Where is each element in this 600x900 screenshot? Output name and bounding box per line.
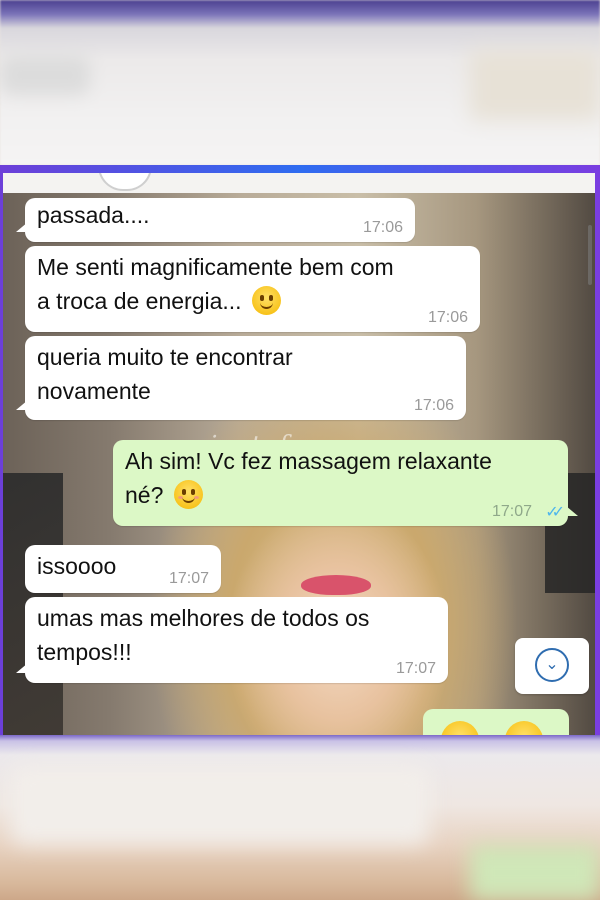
message-text-line: queria muito te encontrar xyxy=(37,344,293,370)
blurred-shape xyxy=(470,845,600,900)
message-bubble-incoming[interactable]: umas mas melhores de todos os tempos!!! … xyxy=(16,597,448,683)
scrollbar[interactable] xyxy=(588,225,592,285)
message-time: 17:06 xyxy=(427,309,468,326)
screenshot-frame: passada.... 17:06 Me senti magnificament… xyxy=(0,165,600,735)
blurred-shape xyxy=(10,765,430,845)
message-text-line: né? xyxy=(125,482,164,508)
smiling-face-with-smiling-eyes-icon xyxy=(173,480,203,509)
message-text: issoooo xyxy=(37,553,117,579)
message-time: 17:06 xyxy=(362,219,403,236)
slightly-smiling-face-icon xyxy=(251,286,281,315)
message-time: 17:06 xyxy=(413,397,454,414)
background-photo-lips xyxy=(301,575,371,595)
message-text-line: Ah sim! Vc fez massagem relaxante xyxy=(125,448,492,474)
message-text-line: Me senti magnificamente bem com xyxy=(37,254,394,280)
message-text-line: novamente xyxy=(37,378,151,404)
message-bubble-incoming[interactable]: issoooo 17:07 xyxy=(25,545,221,593)
chat-top-bar xyxy=(3,173,595,193)
blurred-shape xyxy=(0,55,90,95)
message-time: 17:07 xyxy=(395,660,436,677)
message-text-line: umas mas melhores de todos os xyxy=(37,605,370,631)
message-text-line: a troca de energia... xyxy=(37,288,242,314)
date-pill xyxy=(98,173,152,191)
message-bubble-incoming[interactable]: queria muito te encontrar novamente 17:0… xyxy=(16,336,466,420)
message-bubble-incoming[interactable]: passada.... 17:06 xyxy=(16,198,415,242)
blurred-shape xyxy=(470,50,600,120)
message-bubble-outgoing[interactable]: Ah sim! Vc fez massagem relaxante né? 17… xyxy=(113,440,578,526)
blurred-bottom-background xyxy=(0,735,600,900)
emoji-icon xyxy=(441,721,479,735)
message-time: 17:07 xyxy=(491,503,532,520)
blurred-top-background xyxy=(0,0,600,165)
message-bubble-incoming[interactable]: Me senti magnificamente bem com a troca … xyxy=(25,246,480,332)
message-bubble-outgoing-partial[interactable] xyxy=(423,709,569,735)
scroll-to-bottom-button[interactable]: ⌄ xyxy=(515,638,589,694)
read-receipt-icon: ✓✓ xyxy=(545,504,565,521)
message-text: passada.... xyxy=(37,202,150,228)
message-text-line: tempos!!! xyxy=(37,639,132,665)
emoji-icon xyxy=(505,721,543,735)
chevron-down-icon: ⌄ xyxy=(535,648,569,682)
chat-window[interactable]: passada.... 17:06 Me senti magnificament… xyxy=(3,173,595,735)
message-time: 17:07 xyxy=(168,570,209,587)
